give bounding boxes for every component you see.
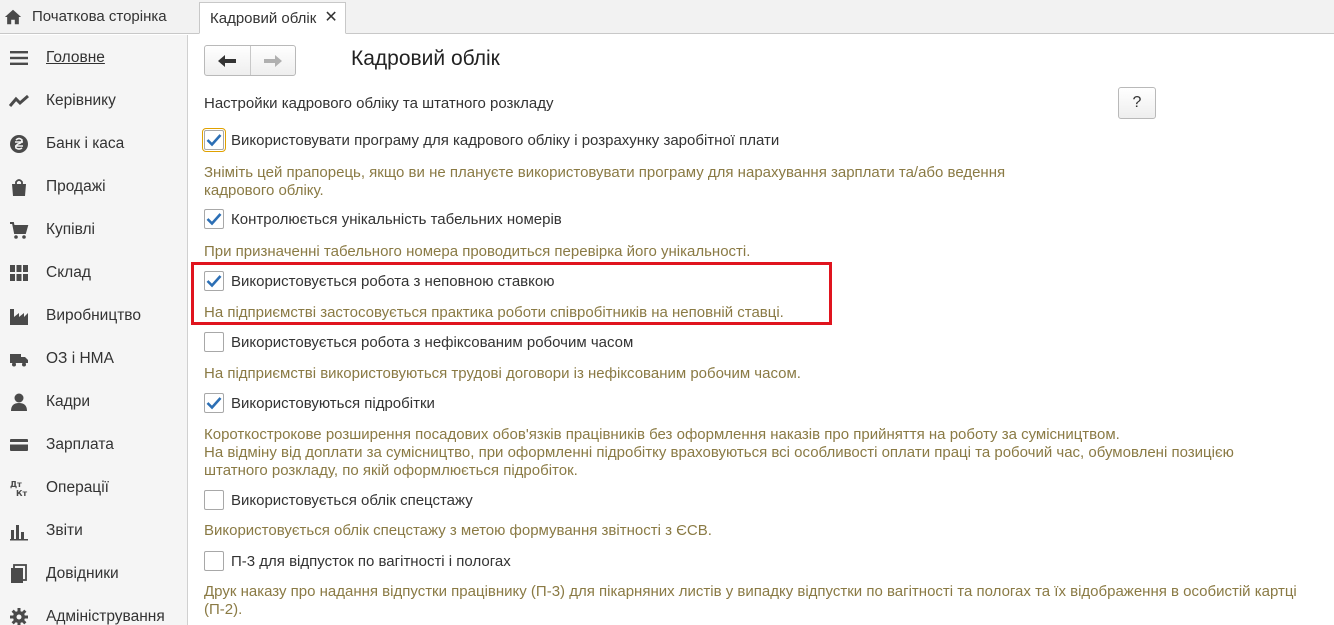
- sidebar-item-hr[interactable]: Кадри: [0, 380, 188, 423]
- sidebar-item-fixed-assets[interactable]: ОЗ і НМА: [0, 337, 188, 380]
- sidebar-item-label: Керівнику: [46, 91, 116, 109]
- sidebar-item-label: Продажі: [46, 177, 106, 195]
- factory-icon: [9, 306, 29, 326]
- option-special-service: Використовується облік спецстажу: [204, 490, 473, 510]
- trend-chart-icon: [9, 91, 29, 111]
- sidebar-item-salary[interactable]: Зарплата: [0, 423, 188, 466]
- svg-text:Кт: Кт: [16, 489, 28, 498]
- sidebar-item-reports[interactable]: Звіти: [0, 509, 188, 552]
- back-button[interactable]: [205, 46, 250, 75]
- gear-icon: [9, 607, 29, 625]
- home-icon: [4, 9, 22, 24]
- sidebar-item-label: Звіти: [46, 521, 83, 539]
- books-icon: [9, 563, 29, 584]
- sidebar-item-label: Довідники: [46, 564, 119, 582]
- option-label[interactable]: Контролюється унікальність табельних ном…: [231, 211, 562, 228]
- sidebar-item-label: Адміністрування: [46, 607, 165, 625]
- section-title: Настройки кадрового обліку та штатного р…: [204, 95, 554, 112]
- option-hint: На підприємстві використовуються трудові…: [204, 365, 801, 382]
- tab-hr-accounting-label: Кадровий облік: [210, 9, 317, 27]
- tab-home-label: Початкова сторінка: [32, 8, 167, 25]
- sidebar-item-manager[interactable]: Керівнику: [0, 79, 188, 122]
- option-use-program: Використовувати програму для кадрового о…: [202, 128, 779, 152]
- sidebar: Головне Керівнику Банк і каса Продажі Ку…: [0, 35, 188, 625]
- option-hint: Зніміть цей прапорець, якщо ви не планує…: [204, 164, 1006, 199]
- shopping-bag-icon: [9, 177, 29, 197]
- person-icon: [9, 392, 29, 412]
- sidebar-item-label: Головне: [46, 48, 105, 66]
- unfixed-hours-checkbox[interactable]: [204, 332, 224, 352]
- card-icon: [9, 435, 29, 455]
- special-service-checkbox[interactable]: [204, 490, 224, 510]
- page-title: Кадровий облік: [351, 47, 500, 70]
- truck-icon: [9, 349, 29, 369]
- hryvnia-coin-icon: [9, 134, 29, 154]
- sidebar-item-production[interactable]: Виробництво: [0, 294, 188, 337]
- menu-lines-icon: [9, 48, 29, 68]
- side-jobs-checkbox[interactable]: [204, 393, 224, 413]
- unique-numbers-checkbox[interactable]: [204, 209, 224, 229]
- sidebar-item-sales[interactable]: Продажі: [0, 165, 188, 208]
- tab-bar: Початкова сторінка Кадровий облік ✕: [0, 0, 1334, 34]
- option-label[interactable]: Використовується облік спецстажу: [231, 492, 473, 509]
- sidebar-item-label: Зарплата: [46, 435, 114, 453]
- forward-button[interactable]: [249, 46, 296, 75]
- check-icon: [206, 213, 222, 226]
- option-unfixed-hours: Використовується робота з нефіксованим р…: [204, 332, 633, 352]
- sidebar-item-main[interactable]: Головне: [0, 36, 188, 79]
- help-button[interactable]: ?: [1118, 87, 1156, 119]
- sidebar-item-label: Купівлі: [46, 220, 95, 238]
- option-label[interactable]: Використовується робота з нефіксованим р…: [231, 334, 633, 351]
- sidebar-item-label: Виробництво: [46, 306, 141, 324]
- dt-kt-icon: Дт Кт: [9, 478, 29, 498]
- history-nav: [204, 45, 296, 76]
- sidebar-item-administration[interactable]: Адміністрування: [0, 595, 188, 625]
- arrow-right-icon: [263, 54, 282, 67]
- option-hint: Короткострокове розширення посадових обо…: [204, 426, 1234, 479]
- sidebar-item-label: Склад: [46, 263, 91, 281]
- tab-home[interactable]: Початкова сторінка: [0, 0, 190, 33]
- use-program-checkbox[interactable]: [202, 128, 226, 152]
- sidebar-item-directories[interactable]: Довідники: [0, 552, 188, 595]
- arrow-left-icon: [218, 54, 237, 67]
- check-icon: [206, 134, 222, 147]
- option-label[interactable]: Використовувати програму для кадрового о…: [231, 132, 779, 149]
- option-hint: Використовується облік спецстажу з метою…: [204, 522, 712, 539]
- sidebar-item-label: Банк і каса: [46, 134, 125, 152]
- option-label[interactable]: П-3 для відпусток по вагітності і полога…: [231, 553, 511, 570]
- option-hint: При призначенні табельного номера провод…: [204, 243, 751, 260]
- option-hint: Друк наказу про надання відпустки праців…: [204, 583, 1297, 618]
- close-icon[interactable]: ✕: [324, 10, 337, 26]
- option-label[interactable]: Використовуються підробітки: [231, 395, 435, 412]
- sidebar-item-label: ОЗ і НМА: [46, 349, 114, 367]
- shopping-cart-icon: [9, 220, 29, 240]
- maternity-p3-checkbox[interactable]: [204, 551, 224, 571]
- option-side-jobs: Використовуються підробітки: [204, 393, 435, 413]
- sidebar-item-warehouse[interactable]: Склад: [0, 251, 188, 294]
- tab-hr-accounting[interactable]: Кадровий облік ✕: [199, 2, 346, 34]
- svg-text:Дт: Дт: [10, 480, 22, 489]
- check-icon: [206, 397, 222, 410]
- option-unique-numbers: Контролюється унікальність табельних ном…: [204, 209, 562, 229]
- option-maternity-p3: П-3 для відпусток по вагітності і полога…: [204, 551, 511, 571]
- sidebar-item-label: Кадри: [46, 392, 90, 410]
- sidebar-item-operations[interactable]: Дт Кт Операції: [0, 466, 188, 509]
- sidebar-item-purchases[interactable]: Купівлі: [0, 208, 188, 251]
- bar-chart-icon: [9, 521, 29, 541]
- warehouse-grid-icon: [9, 263, 29, 283]
- sidebar-item-label: Операції: [46, 478, 109, 496]
- sidebar-item-bank[interactable]: Банк і каса: [0, 122, 188, 165]
- highlight-frame: [191, 262, 832, 325]
